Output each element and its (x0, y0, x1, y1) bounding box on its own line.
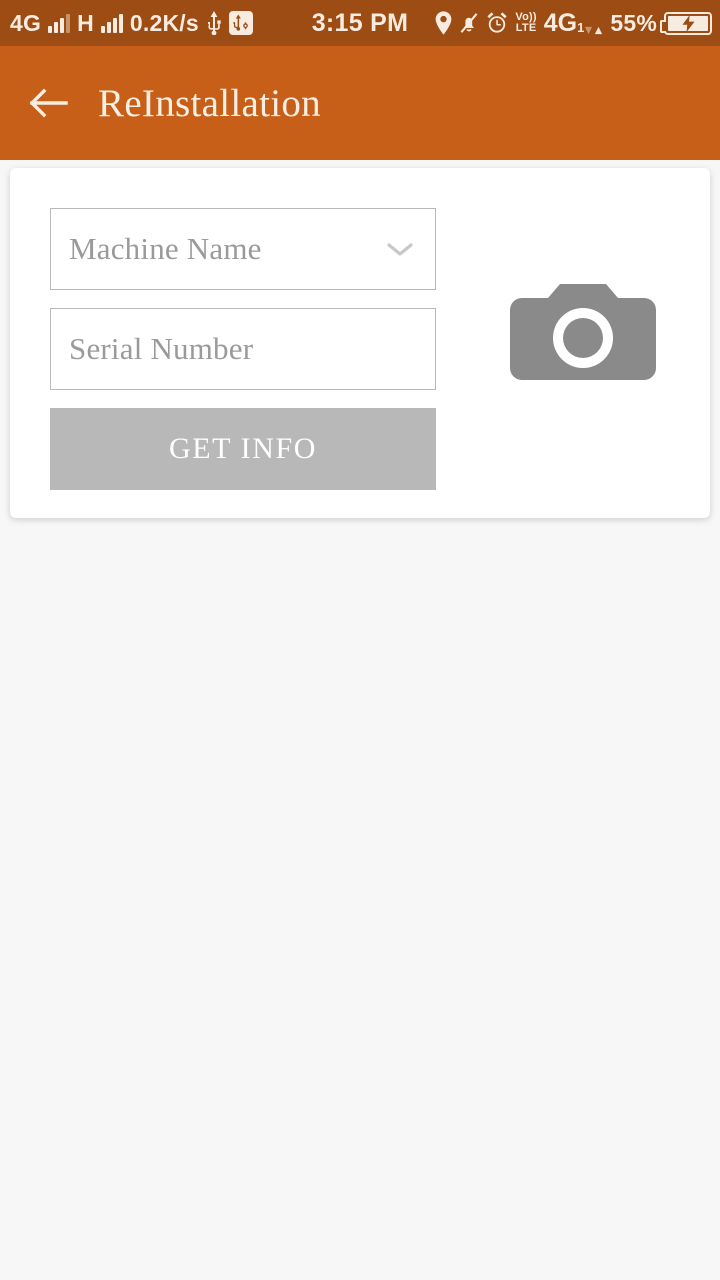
field-spacer-1 (50, 290, 436, 308)
sim-index-label: 1 (577, 19, 585, 35)
reinstallation-card: Machine Name Serial Number GET INFO (10, 168, 710, 518)
status-bar: 4G H 0.2K/s 3:15 PM Vo)) LTE 4G 1 55% (0, 0, 720, 46)
data-transfer-arrows-icon (584, 26, 603, 36)
usb-settings-icon (228, 11, 253, 35)
camera-icon (510, 274, 656, 399)
clock-label: 3:15 PM (311, 8, 409, 37)
field-spacer-2 (50, 390, 436, 408)
location-pin-icon (435, 11, 452, 35)
camera-capture-button[interactable] (510, 276, 656, 396)
serial-number-input[interactable]: Serial Number (50, 308, 436, 390)
chevron-down-icon[interactable] (383, 232, 417, 266)
signal-bars-sim1-icon (48, 13, 71, 33)
network-type-primary: 4G (10, 9, 42, 36)
network-type-secondary: H (77, 9, 94, 36)
volte-icon: Vo)) LTE (515, 12, 536, 34)
battery-percent-label: 55% (610, 9, 657, 36)
usb-icon (206, 11, 222, 35)
status-bar-left-group: 4G H 0.2K/s (0, 11, 253, 35)
machine-name-dropdown[interactable]: Machine Name (50, 208, 436, 290)
machine-name-placeholder: Machine Name (69, 231, 262, 266)
app-bar: ReInstallation (0, 46, 720, 160)
signal-bars-sim2-icon (100, 13, 123, 33)
alarm-clock-icon (486, 11, 508, 35)
page-title: ReInstallation (98, 81, 321, 125)
network-type-right: 4G (543, 8, 578, 37)
battery-charging-icon (660, 11, 712, 35)
form-column: Machine Name Serial Number GET INFO (50, 208, 436, 490)
volte-bottom-label: LTE (515, 22, 537, 34)
data-rate-label: 0.2K/s (129, 9, 199, 36)
status-bar-right-group: Vo)) LTE 4G 1 55% (435, 8, 720, 37)
get-info-button[interactable]: GET INFO (50, 408, 436, 490)
back-button[interactable] (26, 81, 70, 125)
serial-number-placeholder: Serial Number (69, 331, 254, 366)
page-body: Machine Name Serial Number GET INFO (0, 160, 720, 1280)
network-right-group: 4G 1 (543, 8, 604, 37)
bell-muted-icon (459, 11, 479, 35)
